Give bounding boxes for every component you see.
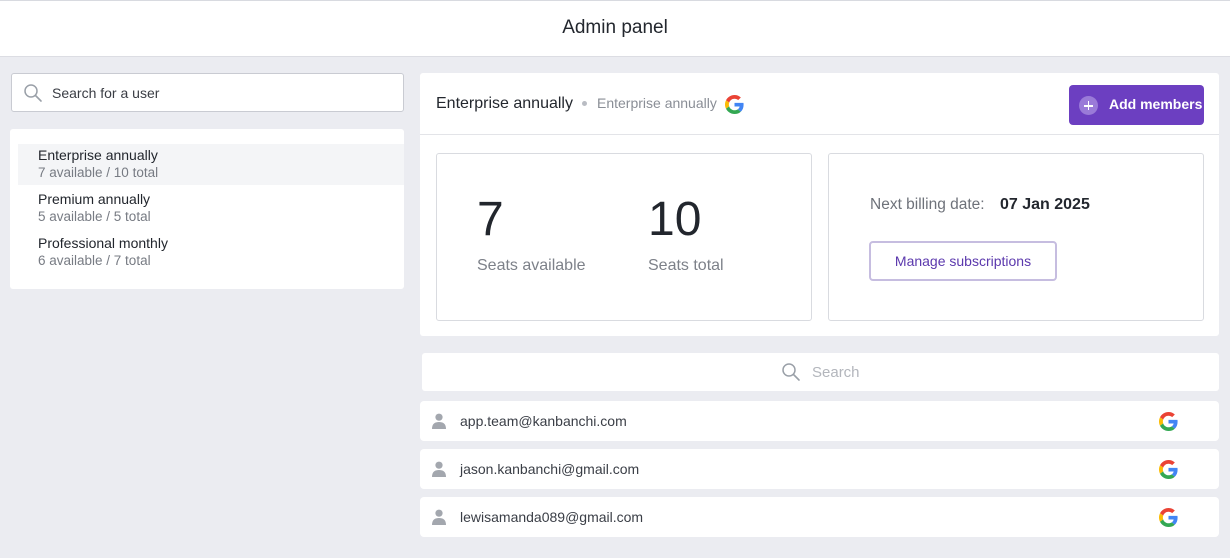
seats-available-label: Seats available bbox=[477, 257, 586, 274]
user-icon bbox=[432, 461, 446, 477]
plan-subtitle: Enterprise annually bbox=[597, 95, 717, 111]
member-search-box[interactable] bbox=[422, 353, 1219, 391]
google-icon bbox=[1159, 508, 1178, 527]
add-members-button[interactable]: Add members bbox=[1069, 85, 1204, 125]
google-icon bbox=[725, 95, 744, 114]
plan-detail-header: Enterprise annually Enterprise annually … bbox=[420, 73, 1219, 135]
seats-card: 7 Seats available 10 Seats total bbox=[436, 153, 812, 321]
plan-availability: 5 available / 5 total bbox=[38, 209, 151, 224]
google-icon bbox=[1159, 460, 1178, 479]
manage-subscriptions-label: Manage subscriptions bbox=[894, 253, 1032, 269]
seats-available-value: 7 bbox=[477, 193, 504, 246]
member-email: lewisamanda089@gmail.com bbox=[460, 509, 644, 525]
page-title: Admin panel bbox=[562, 17, 668, 38]
user-search-input[interactable] bbox=[52, 74, 392, 111]
plan-item-enterprise-annually[interactable]: Enterprise annually 7 available / 10 tot… bbox=[18, 144, 404, 185]
plus-circle-icon bbox=[1079, 96, 1098, 115]
seats-total-label: Seats total bbox=[648, 257, 724, 274]
plans-list: Enterprise annually 7 available / 10 tot… bbox=[10, 129, 404, 289]
next-billing-label: Next billing date: bbox=[870, 196, 985, 213]
separator-dot bbox=[582, 101, 587, 106]
user-icon bbox=[432, 413, 446, 429]
plan-item-professional-monthly[interactable]: Professional monthly 6 available / 7 tot… bbox=[18, 232, 404, 273]
plan-availability: 7 available / 10 total bbox=[38, 165, 159, 180]
member-row[interactable]: lewisamanda089@gmail.com bbox=[420, 497, 1219, 537]
plan-name: Professional monthly bbox=[38, 235, 168, 251]
search-icon bbox=[782, 363, 800, 381]
plan-name: Premium annually bbox=[38, 191, 151, 207]
member-email: jason.kanbanchi@gmail.com bbox=[460, 461, 640, 477]
member-search-input[interactable] bbox=[812, 353, 1112, 391]
search-icon bbox=[24, 84, 42, 102]
member-row[interactable]: jason.kanbanchi@gmail.com bbox=[420, 449, 1219, 489]
plan-detail-panel: Enterprise annually Enterprise annually … bbox=[420, 73, 1219, 336]
billing-card: Next billing date: 07 Jan 2025 Manage su… bbox=[828, 153, 1204, 321]
plan-item-premium-annually[interactable]: Premium annually 5 available / 5 total bbox=[18, 188, 404, 229]
member-email: app.team@kanbanchi.com bbox=[460, 413, 627, 429]
member-row[interactable]: app.team@kanbanchi.com bbox=[420, 401, 1219, 441]
manage-subscriptions-button[interactable]: Manage subscriptions bbox=[869, 241, 1057, 281]
seats-total-value: 10 bbox=[648, 193, 702, 246]
plan-title: Enterprise annually bbox=[436, 95, 573, 112]
user-icon bbox=[432, 509, 446, 525]
next-billing-date: 07 Jan 2025 bbox=[1000, 196, 1090, 213]
add-members-label: Add members bbox=[1109, 96, 1203, 112]
plan-availability: 6 available / 7 total bbox=[38, 253, 151, 268]
plan-name: Enterprise annually bbox=[38, 147, 158, 163]
top-bar: Admin panel bbox=[0, 0, 1230, 57]
google-icon bbox=[1159, 412, 1178, 431]
user-search-box[interactable] bbox=[11, 73, 404, 112]
